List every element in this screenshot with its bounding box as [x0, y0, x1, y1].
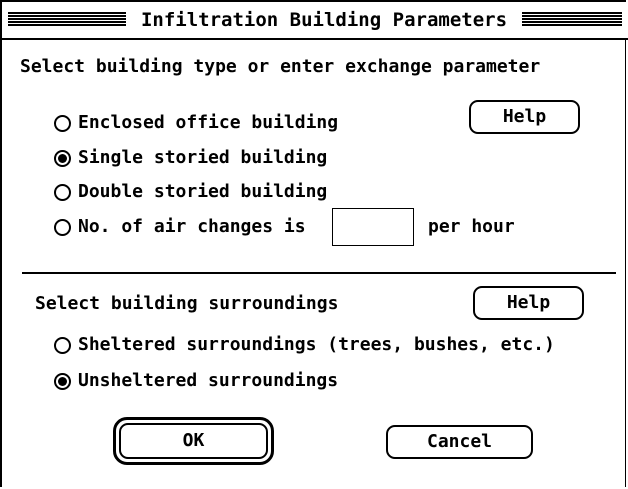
section-divider	[22, 272, 616, 274]
radio-air-changes[interactable]	[54, 218, 71, 236]
option-sheltered[interactable]: Sheltered surroundings (trees, bushes, e…	[54, 332, 555, 358]
option-label: Double storied building	[78, 181, 328, 202]
option-unsheltered[interactable]: Unsheltered surroundings	[54, 368, 338, 394]
title-bar-stripes-right	[522, 12, 622, 27]
title-bar-stripes-left	[8, 12, 126, 27]
dialog-title: Infiltration Building Parameters	[128, 6, 520, 34]
air-changes-unit: per hour	[428, 216, 515, 237]
option-single-storied[interactable]: Single storied building	[54, 145, 327, 171]
building-type-help-button[interactable]: Help	[469, 100, 580, 134]
cancel-button[interactable]: Cancel	[386, 425, 533, 459]
radio-enclosed-office[interactable]	[54, 114, 71, 132]
title-bar[interactable]: Infiltration Building Parameters	[2, 2, 628, 40]
option-label: Sheltered surroundings (trees, bushes, e…	[78, 334, 555, 355]
option-label: No. of air changes is	[78, 216, 306, 237]
building-type-heading: Select building type or enter exchange p…	[20, 56, 541, 77]
radio-sheltered[interactable]	[54, 336, 71, 354]
surroundings-heading: Select building surroundings	[35, 293, 339, 314]
option-air-changes[interactable]: No. of air changes is	[54, 214, 306, 240]
option-enclosed-office[interactable]: Enclosed office building	[54, 110, 338, 136]
air-changes-input[interactable]	[332, 208, 414, 246]
radio-single-storied[interactable]	[54, 149, 71, 167]
option-label: Unsheltered surroundings	[78, 370, 339, 391]
ok-button[interactable]: OK	[119, 423, 268, 459]
radio-double-storied[interactable]	[54, 183, 71, 201]
surroundings-help-button[interactable]: Help	[473, 286, 584, 320]
option-label: Enclosed office building	[78, 112, 339, 133]
option-double-storied[interactable]: Double storied building	[54, 179, 327, 205]
option-label: Single storied building	[78, 147, 328, 168]
infiltration-dialog: Infiltration Building Parameters Select …	[0, 0, 628, 487]
radio-unsheltered[interactable]	[54, 372, 71, 390]
